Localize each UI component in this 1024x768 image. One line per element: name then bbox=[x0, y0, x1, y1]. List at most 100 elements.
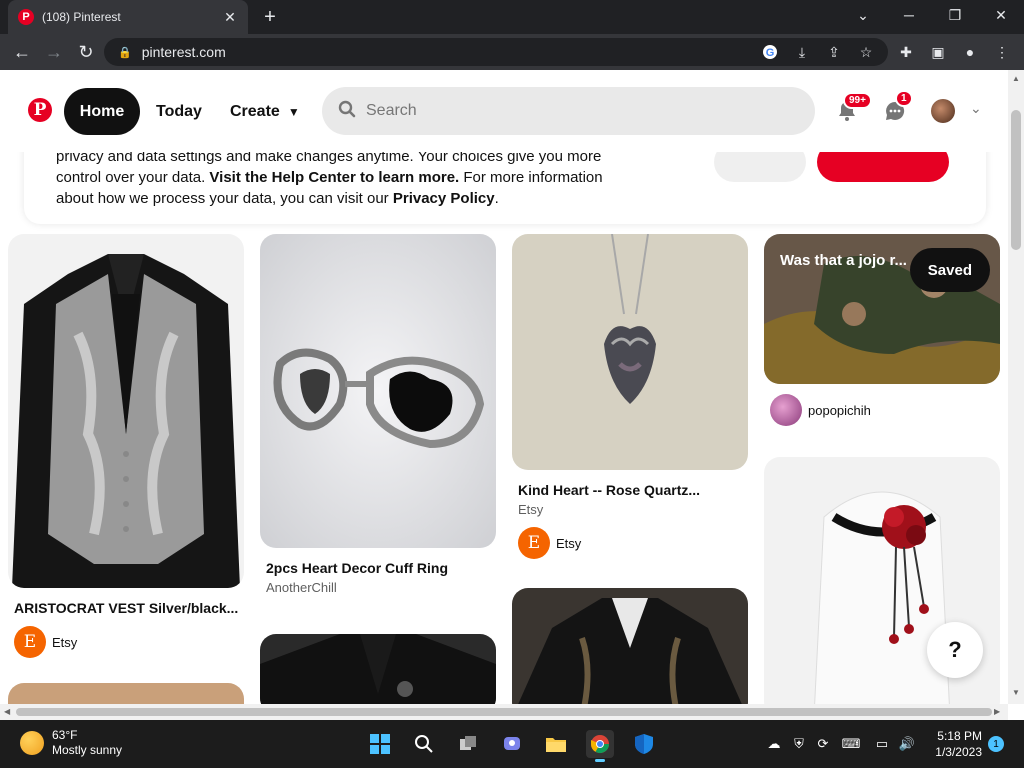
chevron-down-icon: ▼ bbox=[287, 104, 300, 119]
page-viewport: privacy and data settings and make chang… bbox=[0, 70, 1008, 704]
pinterest-logo-icon[interactable]: P bbox=[28, 98, 52, 122]
search-icon bbox=[338, 100, 356, 123]
pin-card-jojo[interactable]: Was that a jojo r... Saved popopichih bbox=[764, 234, 1000, 426]
keyboard-icon[interactable]: ⌨ bbox=[841, 734, 861, 754]
network-icon[interactable]: ▭ bbox=[872, 734, 892, 754]
pin-image-military-jacket[interactable] bbox=[512, 588, 748, 704]
profile-icon[interactable]: ● bbox=[960, 42, 980, 62]
sync-icon[interactable]: ⟳ bbox=[813, 734, 833, 754]
bookmark-star-icon[interactable]: ☆ bbox=[856, 42, 876, 62]
scroll-right-icon[interactable]: ▶ bbox=[994, 707, 1000, 716]
side-panel-icon[interactable]: ▣ bbox=[928, 42, 948, 62]
back-arrow-icon[interactable]: ← bbox=[10, 40, 34, 64]
pin-owner-name: Etsy bbox=[52, 634, 78, 650]
pin-card-necklace[interactable]: Kind Heart -- Rose Quartz... Etsy E Etsy bbox=[512, 234, 748, 559]
restore-button[interactable]: ❐ bbox=[932, 0, 978, 30]
tab-close-icon[interactable]: ✕ bbox=[222, 9, 238, 25]
task-view-icon[interactable] bbox=[454, 730, 482, 758]
windows-taskbar: 63°F Mostly sunny ☁ ⛨ ⟳ ⌨ ▭ 🔊 5:18 PM 1/… bbox=[0, 720, 1024, 768]
pin-title: 2pcs Heart Decor Cuff Ring bbox=[266, 560, 449, 576]
pin-image-partial[interactable] bbox=[8, 683, 244, 704]
new-tab-button[interactable]: + bbox=[258, 6, 282, 28]
clock[interactable]: 5:18 PM 1/3/2023 bbox=[928, 728, 982, 760]
security-alert-icon[interactable]: ⛨ bbox=[789, 734, 809, 754]
pin-image-jojo[interactable]: Was that a jojo r... Saved bbox=[764, 234, 1000, 384]
today-button[interactable]: Today bbox=[150, 88, 208, 135]
extensions-icon[interactable]: ✚ bbox=[896, 42, 916, 62]
teams-chat-icon[interactable] bbox=[498, 730, 526, 758]
scroll-left-icon[interactable]: ◀ bbox=[4, 707, 10, 716]
create-label: Create bbox=[230, 102, 280, 120]
minimize-button[interactable]: ─ bbox=[886, 0, 932, 30]
weather-widget[interactable]: 63°F Mostly sunny bbox=[20, 728, 122, 758]
help-center-link[interactable]: Visit the Help Center to learn more. bbox=[209, 169, 459, 186]
pin-owner[interactable]: E Etsy bbox=[14, 626, 238, 658]
pin-card-military-jacket[interactable] bbox=[512, 588, 748, 704]
share-icon[interactable]: ⇪ bbox=[824, 42, 844, 62]
cloud-offline-icon[interactable]: ☁ bbox=[764, 734, 784, 754]
etsy-avatar: E bbox=[518, 527, 550, 559]
chrome-icon[interactable] bbox=[586, 730, 614, 762]
pin-image-vest[interactable] bbox=[8, 234, 244, 588]
pin-card-jacket[interactable] bbox=[260, 634, 496, 704]
pin-card-partial[interactable] bbox=[8, 683, 244, 704]
vertical-scroll-thumb[interactable] bbox=[1011, 110, 1021, 250]
google-icon[interactable]: G bbox=[760, 42, 780, 62]
horizontal-scrollbar[interactable]: ◀ ▶ bbox=[0, 704, 1008, 720]
file-explorer-icon[interactable] bbox=[542, 730, 570, 758]
reload-icon[interactable]: ↻ bbox=[74, 40, 98, 64]
pin-image-jacket[interactable] bbox=[260, 634, 496, 704]
defender-shield-icon[interactable] bbox=[630, 730, 658, 758]
search-bar[interactable] bbox=[322, 87, 815, 135]
pin-owner[interactable]: E Etsy bbox=[518, 527, 742, 559]
consent-line-2b: For more information bbox=[459, 169, 603, 186]
weather-condition: Mostly sunny bbox=[52, 743, 123, 757]
consent-line-3b: . bbox=[494, 190, 499, 207]
vertical-scrollbar[interactable]: ▲ ▼ bbox=[1008, 70, 1024, 704]
lock-icon: 🔒 bbox=[118, 46, 132, 59]
close-window-button[interactable]: ✕ bbox=[978, 0, 1024, 30]
home-button[interactable]: Home bbox=[64, 88, 140, 135]
scroll-up-icon[interactable]: ▲ bbox=[1012, 74, 1020, 83]
pinterest-favicon-icon: P bbox=[18, 9, 34, 25]
browser-toolbar: ← → ↻ 🔒 pinterest.com G ⤓ ⇪ ☆ ✚ ▣ ● ⋮ bbox=[0, 34, 1024, 70]
search-taskbar-icon[interactable] bbox=[410, 730, 438, 758]
privacy-policy-link[interactable]: Privacy Policy bbox=[393, 190, 495, 207]
install-app-icon[interactable]: ⤓ bbox=[792, 42, 812, 62]
consent-line-3a: about how we process your data, you can … bbox=[56, 190, 393, 207]
pin-owner[interactable]: popopichih bbox=[770, 394, 994, 426]
create-button[interactable]: Create ▼ bbox=[224, 88, 306, 135]
account-avatar[interactable] bbox=[931, 99, 955, 123]
search-input[interactable] bbox=[366, 102, 786, 120]
tab-search-chevron-icon[interactable]: ⌄ bbox=[840, 0, 886, 30]
consent-line-2a: control over your data. bbox=[56, 169, 210, 186]
sunny-weather-icon bbox=[20, 731, 44, 755]
pin-image-ring[interactable] bbox=[260, 234, 496, 548]
account-chevron-down-icon[interactable]: ⌄ bbox=[970, 100, 982, 117]
browser-tab[interactable]: P (108) Pinterest ✕ bbox=[8, 0, 248, 34]
svg-text:G: G bbox=[766, 47, 775, 59]
help-button[interactable]: ? bbox=[927, 622, 983, 678]
saved-button[interactable]: Saved bbox=[909, 248, 990, 292]
pin-subtitle[interactable]: AnotherChill bbox=[266, 580, 490, 595]
user-avatar bbox=[770, 394, 802, 426]
messages-badge: 1 bbox=[895, 90, 913, 107]
pin-card-vest[interactable]: ARISTOCRAT VEST Silver/black... E Etsy bbox=[8, 234, 244, 658]
pin-subtitle[interactable]: Etsy bbox=[518, 502, 742, 517]
menu-dots-icon[interactable]: ⋮ bbox=[992, 42, 1012, 62]
notifications-badge: 99+ bbox=[843, 92, 872, 109]
tab-title: (108) Pinterest bbox=[42, 10, 121, 24]
windows-start-icon[interactable] bbox=[366, 730, 394, 758]
clock-date: 1/3/2023 bbox=[935, 745, 982, 759]
notification-count-badge[interactable]: 1 bbox=[988, 736, 1004, 752]
browser-tab-bar: P (108) Pinterest ✕ + ⌄ ─ ❐ ✕ bbox=[0, 0, 1024, 34]
pin-owner-name: Etsy bbox=[556, 535, 582, 551]
pin-card-ring[interactable]: 2pcs Heart Decor Cuff Ring AnotherChill bbox=[260, 234, 496, 595]
url-text: pinterest.com bbox=[141, 44, 226, 60]
pin-image-necklace[interactable] bbox=[512, 234, 748, 470]
scroll-down-icon[interactable]: ▼ bbox=[1012, 688, 1020, 697]
forward-arrow-icon[interactable]: → bbox=[42, 40, 66, 64]
volume-icon[interactable]: 🔊 bbox=[897, 734, 917, 754]
horizontal-scroll-thumb[interactable] bbox=[16, 708, 992, 716]
pin-title: Kind Heart -- Rose Quartz... bbox=[518, 482, 701, 498]
